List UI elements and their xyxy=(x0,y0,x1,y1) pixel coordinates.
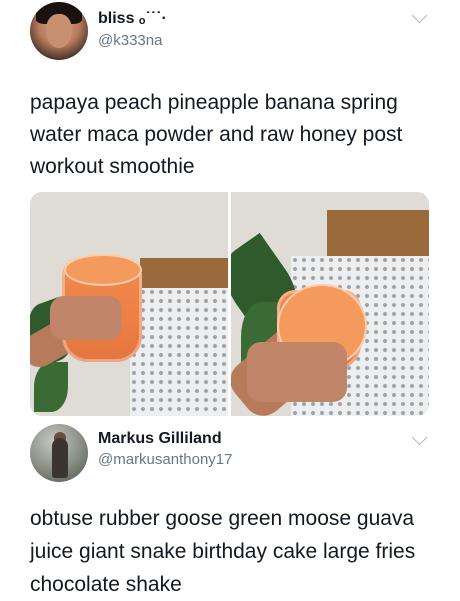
plant-leaf xyxy=(34,362,68,412)
user-handle[interactable]: @markusanthony17 xyxy=(98,451,232,468)
tweet-text: papaya peach pineapple banana spring wat… xyxy=(30,91,403,178)
tweet-bliss: bliss ₒ˙˙˙· @k333na papaya peach pineapp… xyxy=(0,0,460,420)
pillow xyxy=(130,288,228,416)
chevron-down-icon[interactable] xyxy=(411,7,428,24)
display-name[interactable]: Markus Gilliland xyxy=(98,430,222,448)
glass-rim xyxy=(64,254,142,286)
smoothie-photo-2[interactable] xyxy=(231,192,429,416)
tweet-text: obtuse rubber goose green moose guava ju… xyxy=(30,507,416,596)
avatar-face xyxy=(46,14,72,48)
display-name[interactable]: bliss ₒ˙˙˙· xyxy=(98,10,167,28)
hand xyxy=(247,342,347,402)
smoothie-photo-1[interactable] xyxy=(30,192,228,416)
hand xyxy=(50,296,122,340)
avatar-person xyxy=(52,438,68,478)
avatar[interactable] xyxy=(30,424,88,482)
avatar[interactable] xyxy=(30,2,88,60)
user-handle[interactable]: @k333na xyxy=(98,32,162,49)
